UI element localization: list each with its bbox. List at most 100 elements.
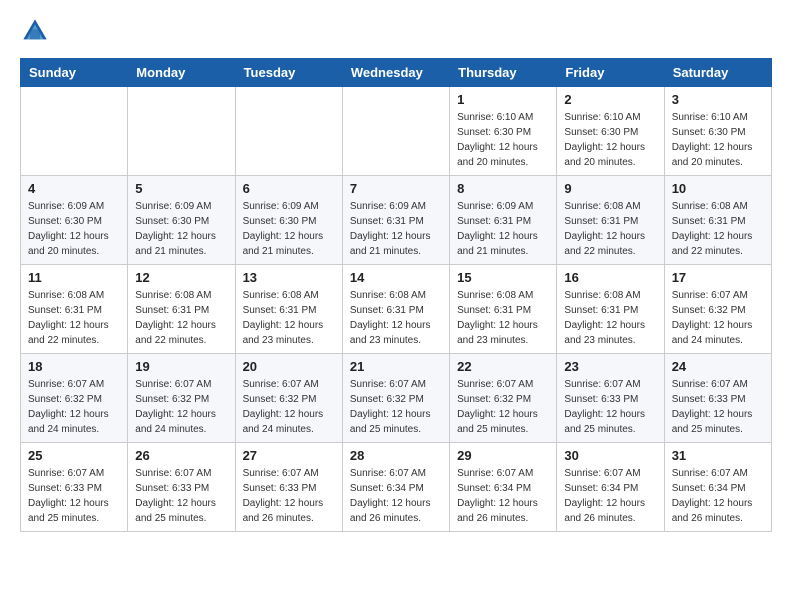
calendar-cell: 31 Sunrise: 6:07 AMSunset: 6:34 PMDayligh…: [664, 443, 771, 532]
day-info: Sunrise: 6:09 AMSunset: 6:31 PMDaylight:…: [350, 199, 442, 259]
day-info: Sunrise: 6:07 AMSunset: 6:33 PMDaylight:…: [243, 466, 335, 526]
calendar-header-monday: Monday: [128, 59, 235, 87]
week-row-5: 25 Sunrise: 6:07 AMSunset: 6:33 PMDayligh…: [21, 443, 772, 532]
day-info: Sunrise: 6:07 AMSunset: 6:33 PMDaylight:…: [28, 466, 120, 526]
calendar-cell: 7 Sunrise: 6:09 AMSunset: 6:31 PMDaylight…: [342, 176, 449, 265]
week-row-4: 18 Sunrise: 6:07 AMSunset: 6:32 PMDayligh…: [21, 354, 772, 443]
calendar-header-saturday: Saturday: [664, 59, 771, 87]
day-info: Sunrise: 6:07 AMSunset: 6:34 PMDaylight:…: [672, 466, 764, 526]
calendar-header-wednesday: Wednesday: [342, 59, 449, 87]
day-info: Sunrise: 6:10 AMSunset: 6:30 PMDaylight:…: [564, 110, 656, 170]
day-info: Sunrise: 6:09 AMSunset: 6:31 PMDaylight:…: [457, 199, 549, 259]
calendar-cell: 11 Sunrise: 6:08 AMSunset: 6:31 PMDayligh…: [21, 265, 128, 354]
day-number: 3: [672, 92, 764, 107]
calendar-cell: 5 Sunrise: 6:09 AMSunset: 6:30 PMDaylight…: [128, 176, 235, 265]
day-number: 13: [243, 270, 335, 285]
day-info: Sunrise: 6:07 AMSunset: 6:34 PMDaylight:…: [457, 466, 549, 526]
day-info: Sunrise: 6:07 AMSunset: 6:32 PMDaylight:…: [672, 288, 764, 348]
calendar-cell: 18 Sunrise: 6:07 AMSunset: 6:32 PMDayligh…: [21, 354, 128, 443]
day-info: Sunrise: 6:08 AMSunset: 6:31 PMDaylight:…: [564, 199, 656, 259]
calendar-cell: 6Sunrise: 6:09 AMSunset: 6:30 PMDaylight…: [235, 176, 342, 265]
calendar-cell: 15 Sunrise: 6:08 AMSunset: 6:31 PMDayligh…: [450, 265, 557, 354]
day-info: Sunrise: 6:08 AMSunset: 6:31 PMDaylight:…: [457, 288, 549, 348]
calendar-cell: [342, 87, 449, 176]
logo: [20, 16, 56, 46]
calendar-cell: 4 Sunrise: 6:09 AMSunset: 6:30 PMDaylight…: [21, 176, 128, 265]
day-number: 30: [564, 448, 656, 463]
day-number: 26: [135, 448, 227, 463]
day-info: Sunrise: 6:08 AMSunset: 6:31 PMDaylight:…: [564, 288, 656, 348]
week-row-2: 4 Sunrise: 6:09 AMSunset: 6:30 PMDaylight…: [21, 176, 772, 265]
day-number: 2: [564, 92, 656, 107]
calendar-cell: 9 Sunrise: 6:08 AMSunset: 6:31 PMDaylight…: [557, 176, 664, 265]
calendar-cell: 26 Sunrise: 6:07 AMSunset: 6:33 PMDayligh…: [128, 443, 235, 532]
day-info: Sunrise: 6:09 AMSunset: 6:30 PMDaylight:…: [28, 199, 120, 259]
calendar-cell: 8 Sunrise: 6:09 AMSunset: 6:31 PMDaylight…: [450, 176, 557, 265]
week-row-1: 1Sunrise: 6:10 AMSunset: 6:30 PMDaylight…: [21, 87, 772, 176]
day-number: 9: [564, 181, 656, 196]
day-info: Sunrise: 6:07 AMSunset: 6:32 PMDaylight:…: [28, 377, 120, 437]
day-number: 24: [672, 359, 764, 374]
day-info: Sunrise: 6:08 AMSunset: 6:31 PMDaylight:…: [135, 288, 227, 348]
calendar-cell: 12 Sunrise: 6:08 AMSunset: 6:31 PMDayligh…: [128, 265, 235, 354]
calendar-cell: [21, 87, 128, 176]
day-number: 27: [243, 448, 335, 463]
day-info: Sunrise: 6:08 AMSunset: 6:31 PMDaylight:…: [350, 288, 442, 348]
page: SundayMondayTuesdayWednesdayThursdayFrid…: [0, 0, 792, 548]
day-number: 15: [457, 270, 549, 285]
day-number: 25: [28, 448, 120, 463]
calendar-cell: 1Sunrise: 6:10 AMSunset: 6:30 PMDaylight…: [450, 87, 557, 176]
calendar-cell: 23 Sunrise: 6:07 AMSunset: 6:33 PMDayligh…: [557, 354, 664, 443]
calendar-header-friday: Friday: [557, 59, 664, 87]
day-number: 10: [672, 181, 764, 196]
week-row-3: 11 Sunrise: 6:08 AMSunset: 6:31 PMDayligh…: [21, 265, 772, 354]
calendar-cell: 3Sunrise: 6:10 AMSunset: 6:30 PMDaylight…: [664, 87, 771, 176]
calendar-cell: 30 Sunrise: 6:07 AMSunset: 6:34 PMDayligh…: [557, 443, 664, 532]
calendar-cell: 29 Sunrise: 6:07 AMSunset: 6:34 PMDayligh…: [450, 443, 557, 532]
day-number: 11: [28, 270, 120, 285]
day-number: 14: [350, 270, 442, 285]
day-number: 8: [457, 181, 549, 196]
day-info: Sunrise: 6:07 AMSunset: 6:33 PMDaylight:…: [135, 466, 227, 526]
day-number: 17: [672, 270, 764, 285]
day-number: 19: [135, 359, 227, 374]
calendar-cell: 14 Sunrise: 6:08 AMSunset: 6:31 PMDayligh…: [342, 265, 449, 354]
calendar-cell: 19 Sunrise: 6:07 AMSunset: 6:32 PMDayligh…: [128, 354, 235, 443]
calendar-header-row: SundayMondayTuesdayWednesdayThursdayFrid…: [21, 59, 772, 87]
calendar-cell: 10Sunrise: 6:08 AMSunset: 6:31 PMDayligh…: [664, 176, 771, 265]
day-number: 31: [672, 448, 764, 463]
calendar-header-thursday: Thursday: [450, 59, 557, 87]
day-info: Sunrise: 6:10 AMSunset: 6:30 PMDaylight:…: [457, 110, 549, 170]
day-info: Sunrise: 6:07 AMSunset: 6:34 PMDaylight:…: [564, 466, 656, 526]
day-info: Sunrise: 6:08 AMSunset: 6:31 PMDaylight:…: [28, 288, 120, 348]
day-info: Sunrise: 6:07 AMSunset: 6:32 PMDaylight:…: [135, 377, 227, 437]
logo-icon: [20, 16, 50, 46]
day-info: Sunrise: 6:09 AMSunset: 6:30 PMDaylight:…: [135, 199, 227, 259]
day-number: 7: [350, 181, 442, 196]
calendar-cell: 2 Sunrise: 6:10 AMSunset: 6:30 PMDaylight…: [557, 87, 664, 176]
day-info: Sunrise: 6:07 AMSunset: 6:34 PMDaylight:…: [350, 466, 442, 526]
day-number: 4: [28, 181, 120, 196]
day-number: 5: [135, 181, 227, 196]
day-number: 28: [350, 448, 442, 463]
calendar-cell: 24Sunrise: 6:07 AMSunset: 6:33 PMDayligh…: [664, 354, 771, 443]
day-number: 16: [564, 270, 656, 285]
calendar-cell: 20Sunrise: 6:07 AMSunset: 6:32 PMDayligh…: [235, 354, 342, 443]
day-info: Sunrise: 6:09 AMSunset: 6:30 PMDaylight:…: [243, 199, 335, 259]
calendar-header-sunday: Sunday: [21, 59, 128, 87]
day-number: 23: [564, 359, 656, 374]
calendar-cell: 25 Sunrise: 6:07 AMSunset: 6:33 PMDayligh…: [21, 443, 128, 532]
calendar-cell: [128, 87, 235, 176]
calendar-cell: 27 Sunrise: 6:07 AMSunset: 6:33 PMDayligh…: [235, 443, 342, 532]
calendar-cell: 17 Sunrise: 6:07 AMSunset: 6:32 PMDayligh…: [664, 265, 771, 354]
day-info: Sunrise: 6:07 AMSunset: 6:32 PMDaylight:…: [457, 377, 549, 437]
day-info: Sunrise: 6:07 AMSunset: 6:32 PMDaylight:…: [350, 377, 442, 437]
day-number: 21: [350, 359, 442, 374]
day-info: Sunrise: 6:07 AMSunset: 6:33 PMDaylight:…: [564, 377, 656, 437]
calendar-cell: 13Sunrise: 6:08 AMSunset: 6:31 PMDayligh…: [235, 265, 342, 354]
day-info: Sunrise: 6:07 AMSunset: 6:32 PMDaylight:…: [243, 377, 335, 437]
day-number: 18: [28, 359, 120, 374]
day-number: 29: [457, 448, 549, 463]
calendar-cell: 22Sunrise: 6:07 AMSunset: 6:32 PMDayligh…: [450, 354, 557, 443]
day-number: 12: [135, 270, 227, 285]
